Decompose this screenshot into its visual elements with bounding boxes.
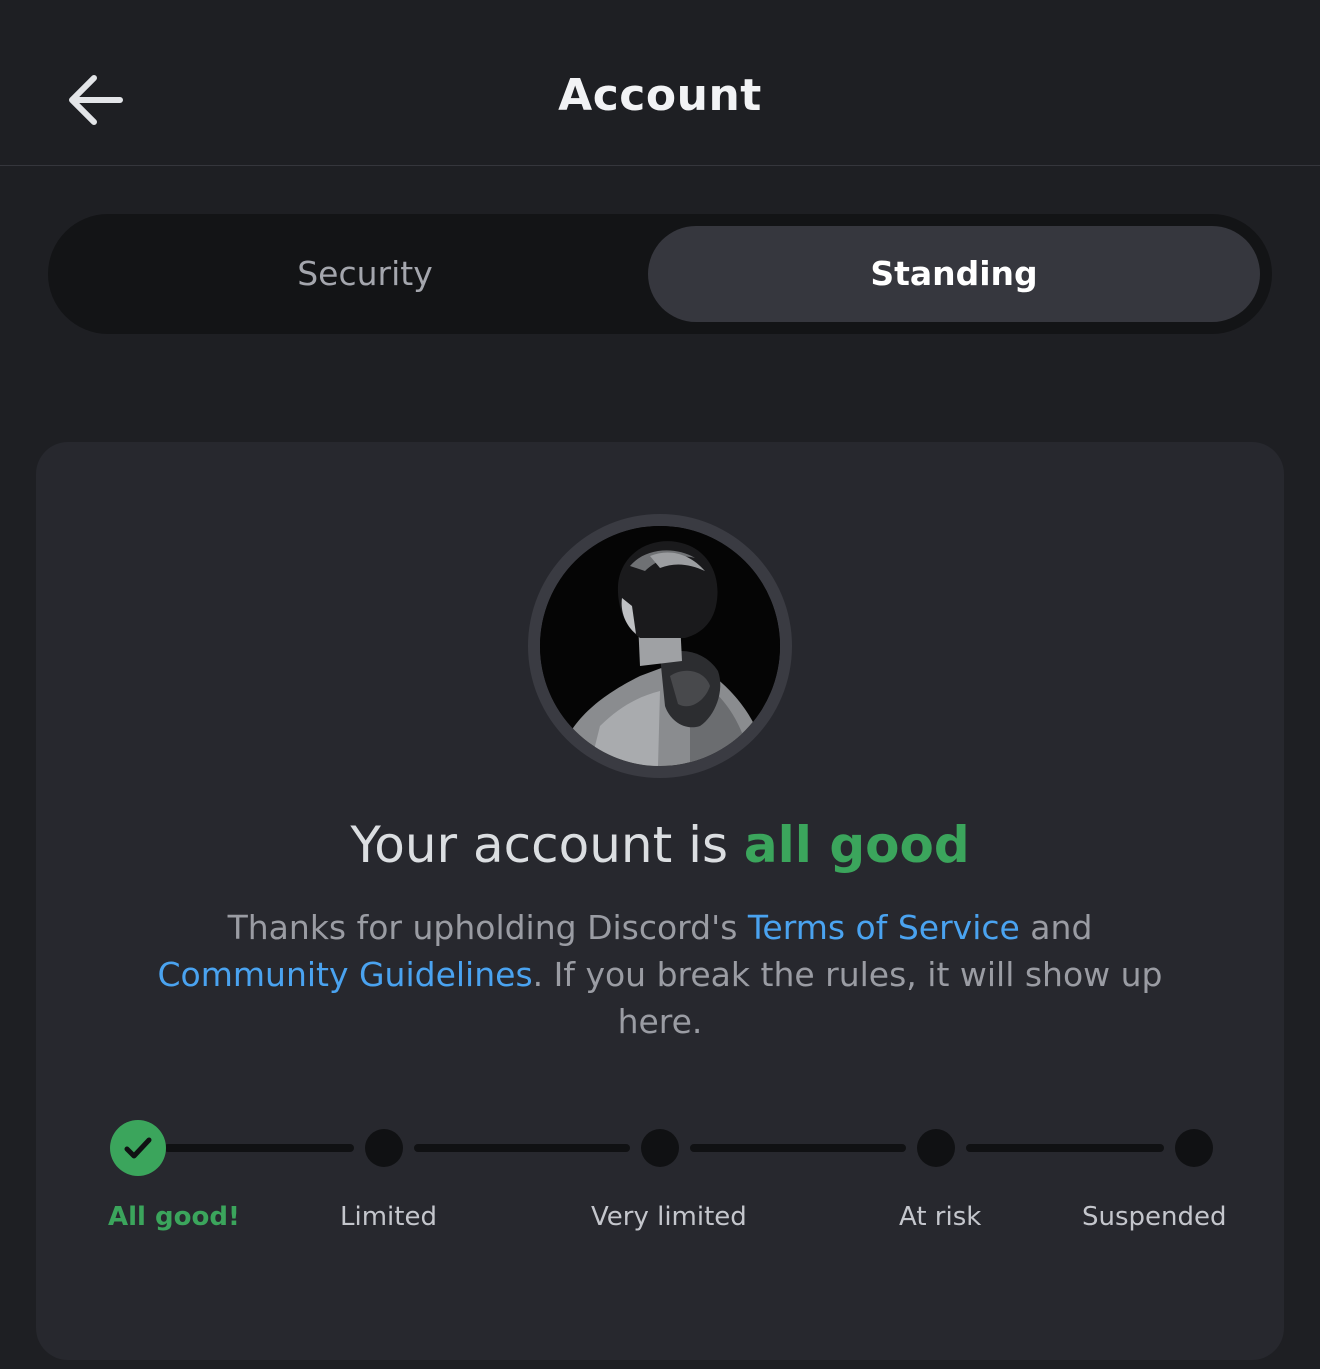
headline-prefix: Your account is — [350, 816, 744, 874]
tab-standing[interactable]: Standing — [648, 226, 1260, 322]
level-label-all-good: All good! — [108, 1202, 240, 1232]
standing-level-track: All good! Limited Very limited At risk S… — [36, 1112, 1284, 1232]
page-title: Account — [558, 70, 762, 121]
description-text-1: Thanks for upholding Discord's — [227, 908, 748, 947]
app-header: Account — [0, 0, 1320, 166]
account-standing-screen: Account Security Standing Your account i… — [0, 0, 1320, 1369]
terms-of-service-link[interactable]: Terms of Service — [748, 908, 1020, 947]
checkmark-icon — [124, 1137, 152, 1159]
community-guidelines-link[interactable]: Community Guidelines — [158, 955, 533, 994]
track-segment — [690, 1144, 906, 1152]
level-label-at-risk: At risk — [899, 1202, 982, 1232]
track-segment — [164, 1144, 354, 1152]
tab-security[interactable]: Security — [60, 226, 670, 322]
level-dot-limited — [365, 1129, 403, 1167]
track-segment — [414, 1144, 630, 1152]
level-dot-at-risk — [917, 1129, 955, 1167]
level-dot-very-limited — [641, 1129, 679, 1167]
description-text-3: . If you break the rules, it will show u… — [532, 955, 1163, 1041]
headline-status: all good — [743, 816, 970, 874]
avatar-image — [540, 526, 780, 766]
standing-description: Thanks for upholding Discord's Terms of … — [136, 904, 1184, 1045]
standing-card: Your account is all good Thanks for upho… — [36, 442, 1284, 1360]
tab-bar: Security Standing — [48, 214, 1272, 334]
level-label-limited: Limited — [340, 1202, 437, 1232]
level-label-suspended: Suspended — [1082, 1202, 1227, 1232]
track-segment — [966, 1144, 1164, 1152]
level-dot-suspended — [1175, 1129, 1213, 1167]
standing-headline: Your account is all good — [36, 810, 1284, 880]
level-dot-all-good — [110, 1120, 166, 1176]
user-avatar-illustration — [540, 526, 780, 766]
avatar — [528, 514, 792, 778]
level-label-very-limited: Very limited — [591, 1202, 747, 1232]
description-text-2: and — [1019, 908, 1093, 947]
